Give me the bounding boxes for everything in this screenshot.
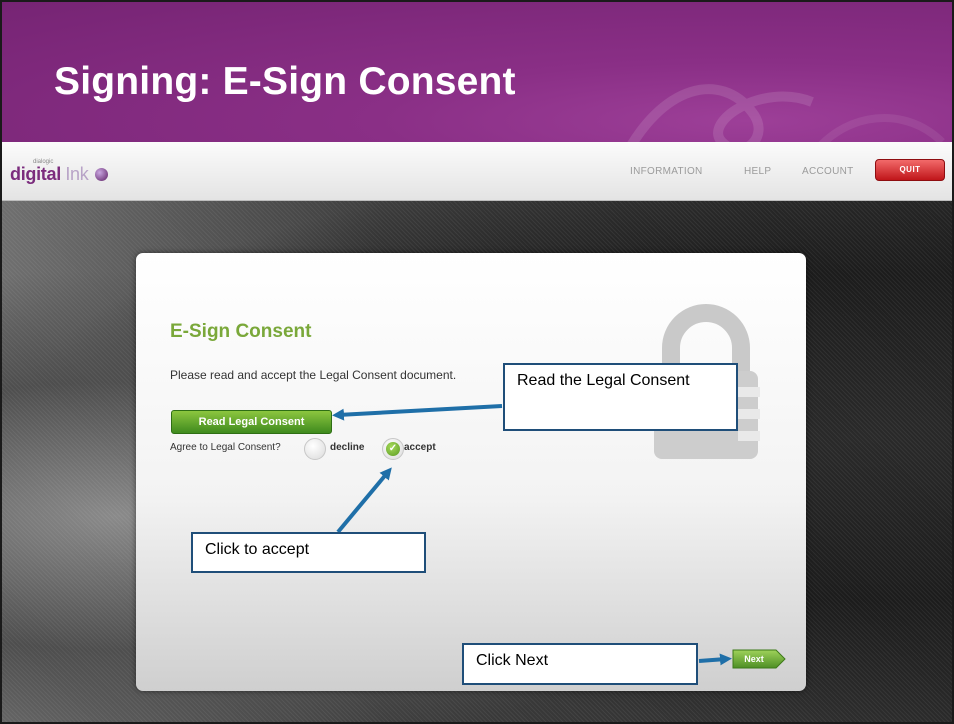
callout-read-legal-consent: Read the Legal Consent	[503, 363, 738, 431]
nav-help[interactable]: HELP	[744, 166, 771, 177]
panel-instructions: Please read and accept the Legal Consent…	[170, 368, 457, 382]
logo-small-text: dialogic	[33, 159, 54, 165]
callout-click-to-accept: Click to accept	[191, 532, 426, 573]
checkmark-icon: ✓	[386, 442, 400, 456]
read-legal-consent-button[interactable]: Read Legal Consent	[171, 410, 332, 434]
consent-panel: E-Sign Consent Please read and accept th…	[136, 253, 806, 691]
decline-radio[interactable]	[304, 438, 326, 460]
next-button[interactable]: Next	[732, 649, 786, 669]
logo-digital-text: digital	[10, 164, 61, 184]
title-band: Signing: E-Sign Consent	[2, 2, 952, 142]
nav-account[interactable]: ACCOUNT	[802, 166, 854, 177]
decorative-swirl	[627, 84, 945, 142]
slide-title: Signing: E-Sign Consent	[54, 60, 516, 103]
quit-button[interactable]: QUIT	[875, 159, 945, 181]
logo-ink-text: Ink	[65, 164, 89, 184]
accept-radio[interactable]: ✓	[382, 438, 404, 460]
agree-label: Agree to Legal Consent?	[170, 442, 281, 453]
app-header: dialogic digital Ink INFORMATION HELP AC…	[2, 142, 952, 201]
nav-information[interactable]: INFORMATION	[630, 166, 703, 177]
callout-click-next: Click Next	[462, 643, 698, 685]
app-logo[interactable]: dialogic digital Ink	[10, 159, 108, 185]
slide: Signing: E-Sign Consent dialogic digital…	[0, 0, 954, 724]
next-label: Next	[744, 654, 764, 664]
accept-label[interactable]: accept	[404, 442, 436, 453]
panel-title: E-Sign Consent	[170, 321, 312, 342]
globe-icon	[94, 168, 108, 181]
decline-label[interactable]: decline	[330, 442, 364, 453]
